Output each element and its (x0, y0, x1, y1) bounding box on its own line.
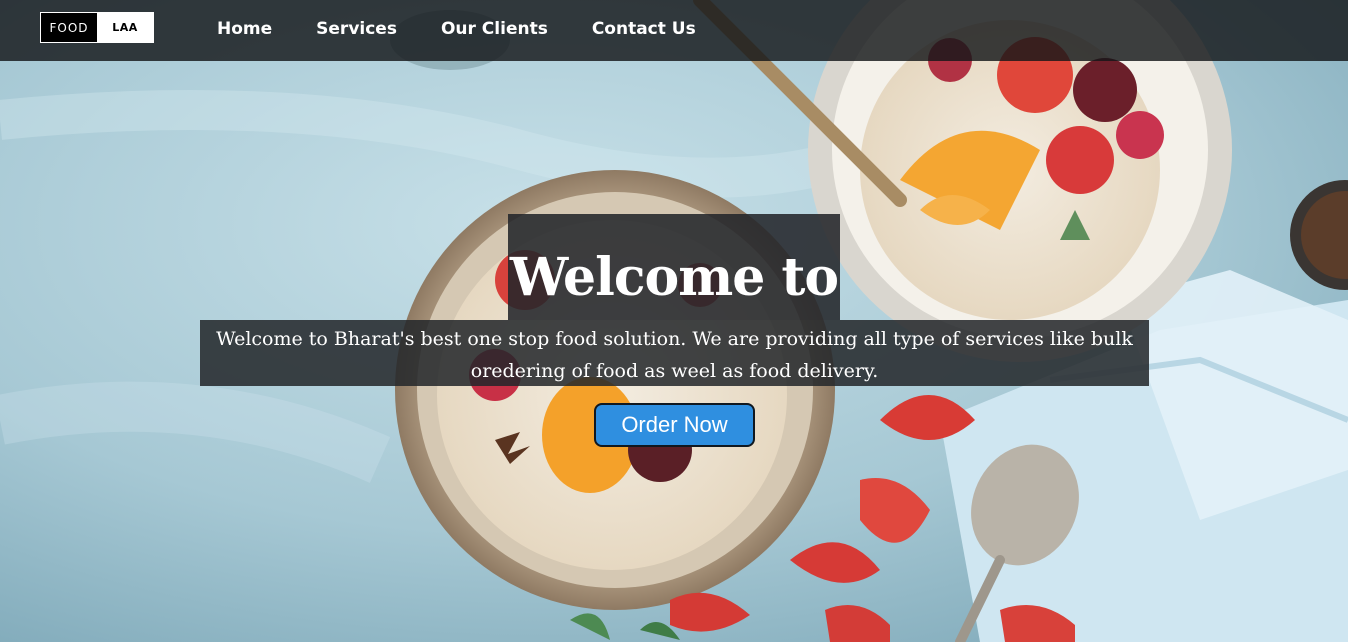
nav-link-services[interactable]: Services (316, 16, 397, 42)
brand-logo-part2: LAA (97, 13, 153, 42)
hero-headline-box: Welcome to (508, 214, 840, 320)
nav-link-our-clients[interactable]: Our Clients (441, 16, 548, 42)
brand-logo[interactable]: FOOD LAA (40, 12, 154, 43)
hero-tagline: Welcome to Bharat's best one stop food s… (216, 328, 1133, 382)
nav-link-home[interactable]: Home (217, 16, 272, 42)
nav-link-contact-us[interactable]: Contact Us (592, 16, 696, 42)
top-navbar: FOOD LAA Home Services Our Clients Conta… (0, 0, 1348, 61)
hero-tagline-box: Welcome to Bharat's best one stop food s… (200, 320, 1149, 386)
brand-logo-part1: FOOD (41, 13, 97, 42)
main-nav: Home Services Our Clients Contact Us (217, 16, 740, 42)
hero-headline: Welcome to (509, 247, 839, 308)
order-now-button[interactable]: Order Now (594, 403, 755, 447)
landing-page: FOOD LAA Home Services Our Clients Conta… (0, 0, 1348, 642)
